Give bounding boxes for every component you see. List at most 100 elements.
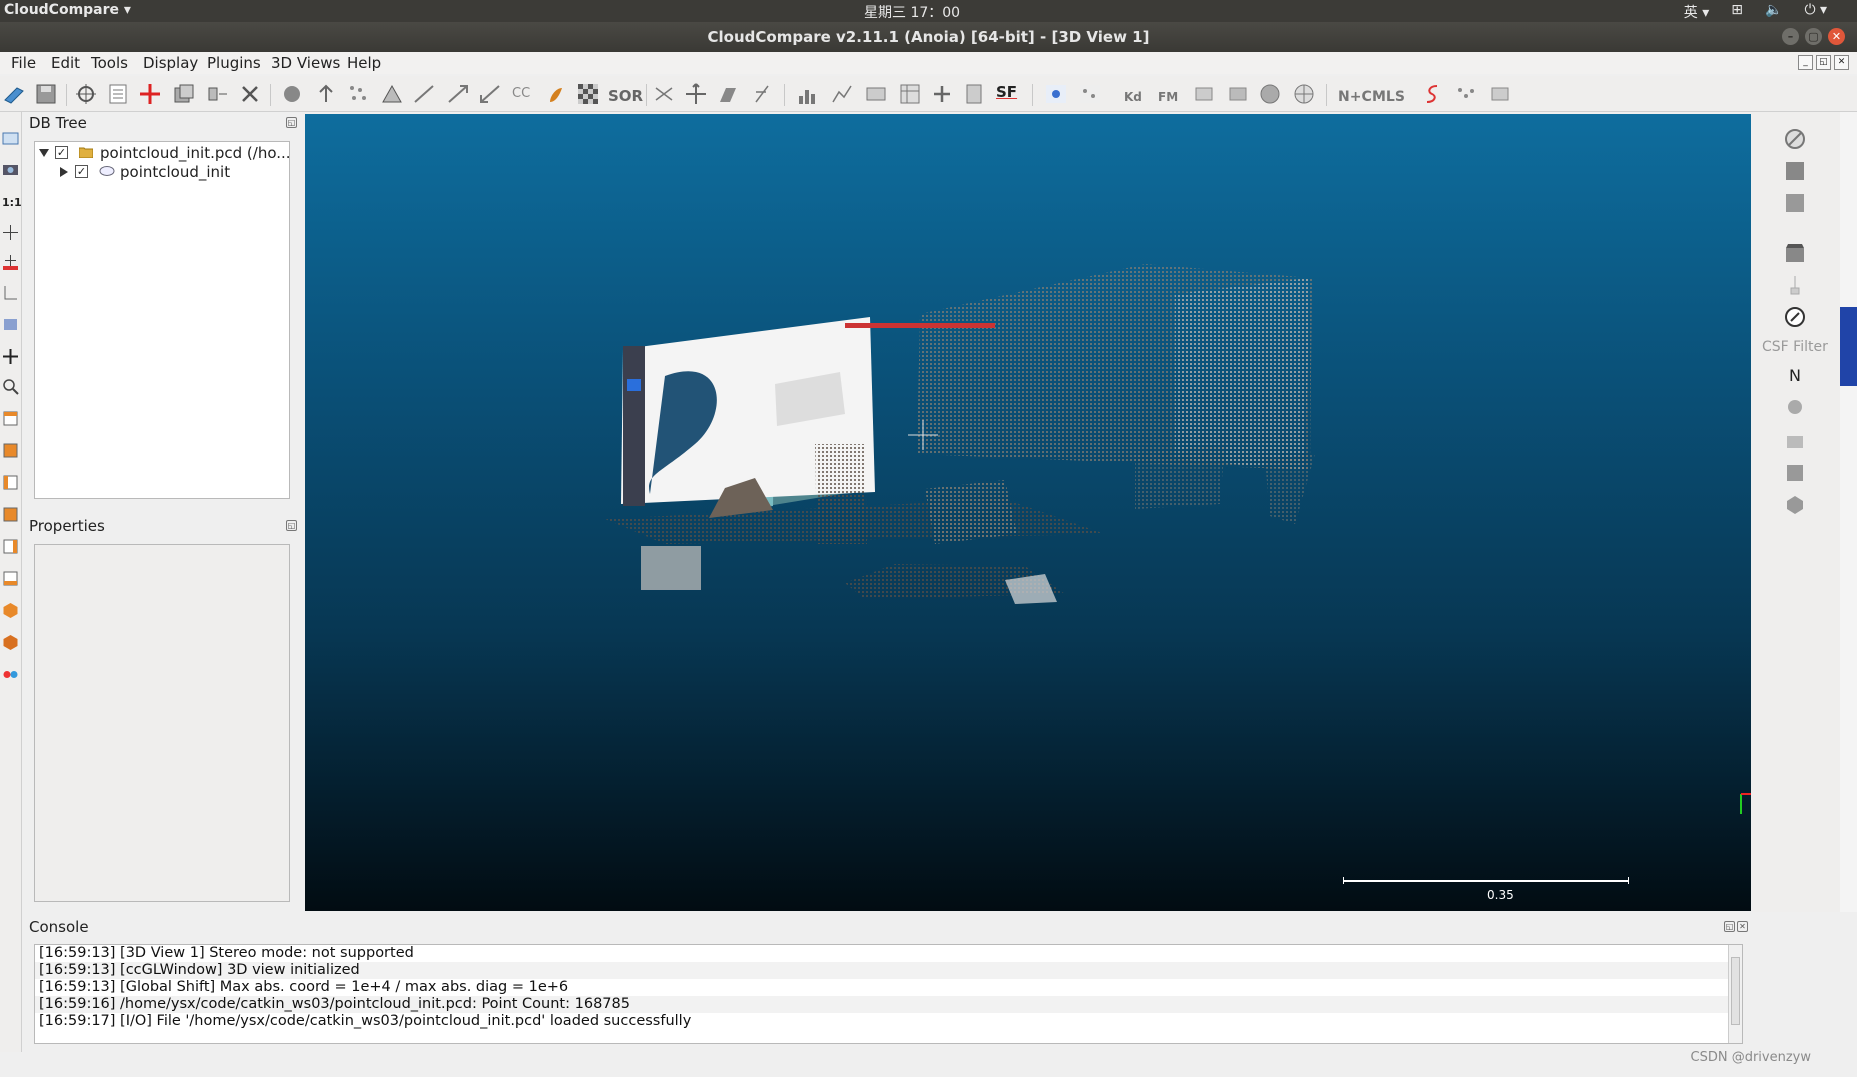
scissors-icon[interactable] <box>652 82 676 106</box>
db-tree-float-button[interactable]: ◱ <box>286 117 297 128</box>
histogram-icon[interactable] <box>796 82 820 106</box>
tree-item-pcd-file[interactable]: ✓ pointcloud_init.pcd (/ho... <box>35 144 291 162</box>
iso-front-icon[interactable] <box>2 602 19 619</box>
console-float-button[interactable]: ◱ <box>1724 921 1735 932</box>
sphere-icon[interactable] <box>1258 82 1282 106</box>
sor-filter-icon[interactable]: SOR <box>608 82 643 106</box>
scatter-plugin-icon[interactable] <box>1454 82 1478 106</box>
menu-3d-views[interactable]: 3D Views <box>271 54 340 72</box>
gradient-icon[interactable] <box>864 82 888 106</box>
mls-icon[interactable]: MLS <box>1372 82 1405 106</box>
mesh-icon[interactable] <box>380 82 404 106</box>
tree-item-pointcloud[interactable]: ✓ pointcloud_init <box>35 163 289 181</box>
mdi-minimize-button[interactable]: _ <box>1798 55 1813 70</box>
edl-icon[interactable] <box>1784 192 1806 214</box>
view-right-icon[interactable] <box>2 538 19 555</box>
delete-icon[interactable] <box>238 82 262 106</box>
north-icon[interactable]: N <box>1784 366 1806 388</box>
clone-icon[interactable] <box>172 82 196 106</box>
properties-float-button[interactable]: ◱ <box>286 520 297 531</box>
menu-plugins[interactable]: Plugins <box>207 54 261 72</box>
move-icon[interactable] <box>2 348 19 365</box>
zoom-1-1-icon[interactable]: 1:1 <box>2 194 22 211</box>
window-title-bar[interactable]: CloudCompare v2.11.1 (Anoia) [64-bit] - … <box>0 22 1857 52</box>
axis-icon[interactable] <box>2 284 19 301</box>
table-icon[interactable] <box>898 82 922 106</box>
scalar-field-icon[interactable]: SF <box>996 82 1020 106</box>
normals-icon[interactable] <box>314 82 338 106</box>
console-close-button[interactable]: ✕ <box>1737 921 1748 932</box>
power-icon[interactable]: ⏻ ▾ <box>1804 2 1827 22</box>
fill-icon[interactable] <box>544 82 568 106</box>
list-icon[interactable] <box>106 82 130 106</box>
plane-icon[interactable] <box>716 82 740 106</box>
cc-icon[interactable]: CC <box>512 82 536 106</box>
mdi-restore-button[interactable]: ◱ <box>1816 55 1831 70</box>
collapsed-arrow-icon[interactable] <box>59 167 68 177</box>
fast-marching-icon[interactable]: FM <box>1158 82 1182 106</box>
camera-icon[interactable] <box>2 160 19 177</box>
menu-edit[interactable]: Edit <box>51 54 80 72</box>
view-back-icon[interactable] <box>2 506 19 523</box>
close-button[interactable]: ✕ <box>1828 28 1845 45</box>
profile-icon[interactable] <box>830 82 854 106</box>
menu-file[interactable]: File <box>11 54 36 72</box>
front-view-icon[interactable] <box>2 316 19 333</box>
expanded-arrow-icon[interactable] <box>39 148 49 158</box>
save-icon[interactable] <box>34 82 58 106</box>
no-entry-icon[interactable] <box>1784 128 1806 150</box>
menu-tools[interactable]: Tools <box>91 54 128 72</box>
registration-icon[interactable] <box>446 82 470 106</box>
pcv-icon[interactable] <box>1784 462 1806 484</box>
checkerboard-icon[interactable] <box>576 82 600 106</box>
view-left-icon[interactable] <box>2 474 19 491</box>
kdtree-icon[interactable]: Kd <box>1124 82 1148 106</box>
calculator-icon[interactable] <box>962 82 986 106</box>
compass-icon[interactable] <box>1784 306 1806 328</box>
system-app-menu[interactable]: CloudCompare ▾ <box>4 2 131 18</box>
csf-filter-label[interactable]: CSF Filter <box>1762 339 1828 355</box>
subsample-icon[interactable] <box>346 82 370 106</box>
side-panel-tab[interactable] <box>1840 307 1857 386</box>
sample-points-icon[interactable] <box>280 82 304 106</box>
point-picking-icon[interactable] <box>750 82 774 106</box>
hpr-icon[interactable] <box>1784 398 1806 420</box>
network-icon[interactable]: ⊞ <box>1731 2 1743 22</box>
magnifier-icon[interactable] <box>2 378 19 395</box>
canupo-classify-icon[interactable] <box>1078 82 1102 106</box>
ssao-icon[interactable] <box>1784 160 1806 182</box>
normals-consistency-icon[interactable]: N+C <box>1338 82 1372 106</box>
mdi-close-button[interactable]: ✕ <box>1834 55 1849 70</box>
canupo-create-icon[interactable] <box>1044 82 1068 106</box>
open-file-icon[interactable] <box>2 82 26 106</box>
facets-icon[interactable] <box>1192 82 1216 106</box>
iso-back-icon[interactable] <box>2 634 19 651</box>
console-log[interactable]: [16:59:13] [3D View 1] Stereo mode: not … <box>34 944 1743 1044</box>
s-curve-icon[interactable] <box>1420 82 1444 106</box>
crosshair-icon[interactable] <box>2 224 19 241</box>
maximize-button[interactable]: ▢ <box>1805 28 1822 45</box>
scrollbar-thumb[interactable] <box>1731 957 1740 1025</box>
globe-icon[interactable] <box>1292 82 1316 106</box>
m3c2-icon[interactable] <box>1784 430 1806 452</box>
add-sf-icon[interactable] <box>930 82 954 106</box>
translate-rotate-icon[interactable] <box>684 82 708 106</box>
tree-item-checkbox[interactable]: ✓ <box>75 165 88 178</box>
minimize-button[interactable]: – <box>1782 28 1799 45</box>
view-front-icon[interactable] <box>2 442 19 459</box>
3d-view[interactable]: 0.35 <box>305 114 1751 911</box>
brush-icon[interactable] <box>1784 274 1806 296</box>
view-top-icon[interactable] <box>2 410 19 427</box>
merge-icon[interactable] <box>206 82 230 106</box>
tree-item-checkbox[interactable]: ✓ <box>55 146 68 159</box>
pivot-icon[interactable] <box>2 254 19 271</box>
add-point-icon[interactable] <box>138 82 162 106</box>
screen-icon[interactable] <box>2 130 19 147</box>
compass-plugin-icon[interactable] <box>1226 82 1250 106</box>
animation-icon[interactable] <box>1784 242 1806 264</box>
distance-icon[interactable] <box>412 82 436 106</box>
menu-display[interactable]: Display <box>143 54 198 72</box>
menu-help[interactable]: Help <box>347 54 381 72</box>
console-scrollbar[interactable] <box>1728 945 1742 1043</box>
stereo-icon[interactable] <box>2 666 19 683</box>
